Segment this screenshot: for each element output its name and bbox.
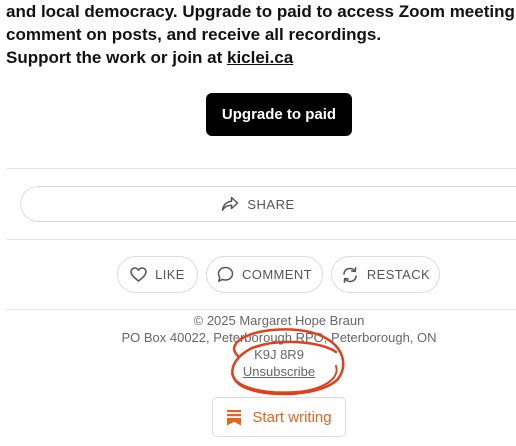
comment-button[interactable]: COMMENT [206, 256, 323, 293]
postal-code: K9J 8R9 [254, 347, 304, 362]
copyright-text: © 2025 Margaret Hope Braun [193, 313, 365, 328]
divider [6, 309, 516, 310]
bookmark-stack-icon [227, 409, 242, 425]
heart-icon [130, 267, 147, 282]
intro-line-3: Support the work or join at kiclei.ca [6, 46, 511, 69]
divider [6, 239, 516, 240]
like-label: LIKE [155, 267, 185, 282]
share-label: SHARE [247, 196, 295, 212]
restack-label: RESTACK [366, 267, 431, 282]
start-writing-button[interactable]: Start writing [212, 397, 346, 437]
kiclei-link[interactable]: kiclei.ca [227, 48, 293, 67]
comment-label: COMMENT [242, 267, 312, 282]
intro-line-2: comment on posts, and receive all record… [6, 25, 382, 44]
intro-text: and local democracy. Upgrade to paid to … [6, 0, 516, 69]
intro-line-1: and local democracy. Upgrade to paid to … [6, 2, 516, 21]
unsubscribe-link[interactable]: Unsubscribe [243, 364, 315, 379]
start-writing-label: Start writing [252, 408, 332, 426]
address-text: PO Box 40022, Peterborough RPO, Peterbor… [121, 330, 437, 345]
intro-line-3-prefix: Support the work or join at [6, 48, 227, 67]
share-arrow-icon [222, 196, 239, 211]
upgrade-to-paid-button[interactable]: Upgrade to paid [206, 93, 352, 136]
speech-bubble-icon [217, 266, 234, 282]
divider [6, 168, 516, 169]
footer: © 2025 Margaret Hope Braun PO Box 40022,… [0, 312, 516, 380]
restack-button[interactable]: RESTACK [331, 256, 440, 293]
share-button[interactable]: SHARE [20, 186, 516, 222]
restack-icon [343, 266, 357, 283]
like-button[interactable]: LIKE [117, 256, 198, 293]
